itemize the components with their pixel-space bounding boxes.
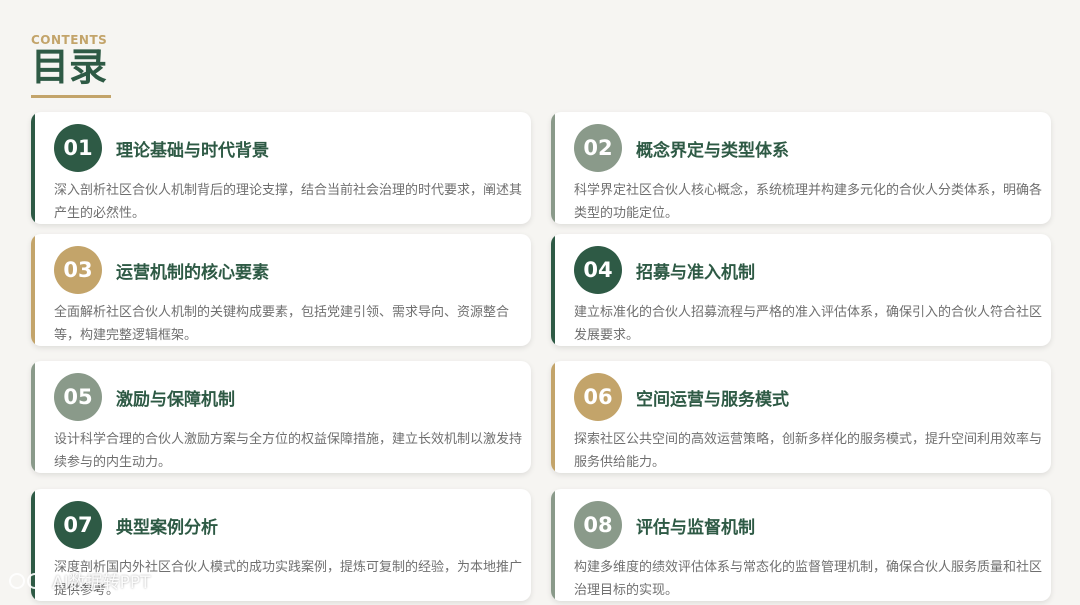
item-title: 运营机制的核心要素 (116, 263, 269, 283)
logo-icon (8, 570, 48, 592)
card-accent-bar (551, 489, 555, 601)
item-title: 评估与监督机制 (636, 518, 755, 538)
item-title: 理论基础与时代背景 (116, 141, 269, 161)
card-accent-bar (551, 234, 555, 346)
item-description: 探索社区公共空间的高效运营策略，创新多样化的服务模式，提升空间利用效率与服务供给… (574, 432, 1043, 470)
title-underline (31, 95, 111, 98)
number-badge: 03 (54, 246, 102, 294)
item-description: 设计科学合理的合伙人激励方案与全方位的权益保障措施，建立长效机制以激发持续参与的… (54, 432, 523, 470)
toc-item-06[interactable]: 06 空间运营与服务模式 探索社区公共空间的高效运营策略，创新多样化的服务模式，… (551, 361, 1051, 473)
watermark-text: AI数据转PPT (52, 573, 151, 593)
item-title: 招募与准入机制 (636, 263, 755, 283)
toc-item-04[interactable]: 04 招募与准入机制 建立标准化的合伙人招募流程与严格的准入评估体系，确保引入的… (551, 234, 1051, 346)
card-accent-bar (31, 361, 35, 473)
number-badge: 01 (54, 124, 102, 172)
card-accent-bar (551, 361, 555, 473)
card-accent-bar (31, 112, 35, 224)
number-badge: 07 (54, 501, 102, 549)
item-description: 建立标准化的合伙人招募流程与严格的准入评估体系，确保引入的合伙人符合社区发展要求… (574, 305, 1043, 343)
item-description: 深入剖析社区合伙人机制背后的理论支撑，结合当前社会治理的时代要求，阐述其产生的必… (54, 183, 523, 221)
number-badge: 05 (54, 373, 102, 421)
card-accent-bar (551, 112, 555, 224)
toc-item-02[interactable]: 02 概念界定与类型体系 科学界定社区合伙人核心概念，系统梳理并构建多元化的合伙… (551, 112, 1051, 224)
toc-item-03[interactable]: 03 运营机制的核心要素 全面解析社区合伙人机制的关键构成要素，包括党建引领、需… (31, 234, 531, 346)
contents-header: CONTENTS 目录 (31, 33, 111, 98)
toc-item-08[interactable]: 08 评估与监督机制 构建多维度的绩效评估体系与常态化的监督管理机制，确保合伙人… (551, 489, 1051, 601)
item-title: 激励与保障机制 (116, 390, 235, 410)
number-badge: 04 (574, 246, 622, 294)
page-title: 目录 (31, 45, 108, 89)
toc-item-01[interactable]: 01 理论基础与时代背景 深入剖析社区合伙人机制背后的理论支撑，结合当前社会治理… (31, 112, 531, 224)
number-badge: 06 (574, 373, 622, 421)
card-accent-bar (31, 234, 35, 346)
number-badge: 08 (574, 501, 622, 549)
watermark: AI数据转PPT (8, 568, 151, 593)
item-description: 全面解析社区合伙人机制的关键构成要素，包括党建引领、需求导向、资源整合等，构建完… (54, 305, 510, 343)
number-badge: 02 (574, 124, 622, 172)
item-title: 概念界定与类型体系 (636, 141, 789, 161)
item-description: 构建多维度的绩效评估体系与常态化的监督管理机制，确保合伙人服务质量和社区治理目标… (574, 560, 1043, 598)
item-description: 科学界定社区合伙人核心概念，系统梳理并构建多元化的合伙人分类体系，明确各类型的功… (574, 183, 1043, 221)
toc-item-05[interactable]: 05 激励与保障机制 设计科学合理的合伙人激励方案与全方位的权益保障措施，建立长… (31, 361, 531, 473)
item-title: 典型案例分析 (116, 518, 218, 538)
item-title: 空间运营与服务模式 (636, 390, 789, 410)
